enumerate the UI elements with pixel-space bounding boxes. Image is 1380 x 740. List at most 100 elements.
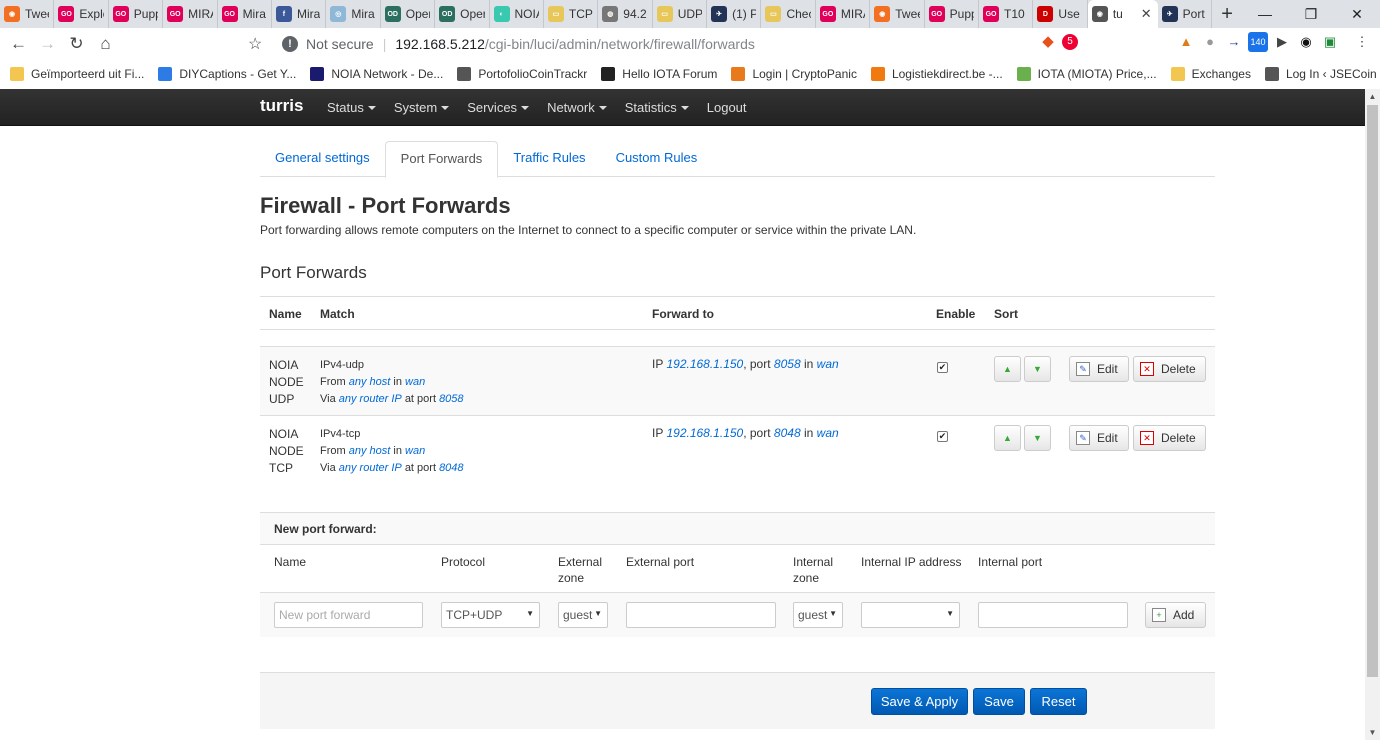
edit-button[interactable]: ✎ Edit — [1069, 425, 1129, 451]
bookmark-item[interactable]: Logistiekdirect.be -... — [870, 67, 1003, 81]
forward-part[interactable]: 192.168.1.150 — [666, 357, 743, 371]
delete-button[interactable]: ✕ Delete — [1133, 356, 1206, 382]
browser-tab[interactable]: GO MIRA — [163, 0, 218, 28]
match-source-part[interactable]: any host — [349, 445, 391, 457]
scroll-down-arrow-icon[interactable]: ▼ — [1365, 725, 1380, 740]
close-tab-icon[interactable]: ✕ — [1141, 6, 1152, 22]
reset-button[interactable]: Reset — [1030, 688, 1087, 715]
metamask-icon[interactable]: ▲ — [1176, 32, 1196, 52]
brand-logo[interactable]: turris — [260, 96, 303, 116]
browser-tab[interactable]: ◎ Mira — [326, 0, 381, 28]
browser-tab[interactable]: ▭ TCP — [544, 0, 599, 28]
bookmark-item[interactable]: Exchanges — [1170, 67, 1251, 81]
maximize-button[interactable]: ❐ — [1288, 0, 1334, 28]
move-up-button[interactable]: ▲ — [994, 425, 1021, 451]
screen-extension-icon[interactable]: ▣ — [1320, 32, 1340, 52]
browser-tab[interactable]: GO Pupp — [925, 0, 980, 28]
external-port-input[interactable] — [626, 602, 776, 628]
enable-checkbox[interactable]: ✔ — [937, 431, 948, 442]
counter-extension-icon[interactable]: 140 — [1248, 32, 1268, 52]
protocol-select[interactable]: TCP+UDP ▼ — [441, 602, 540, 628]
move-down-button[interactable]: ▼ — [1024, 356, 1051, 382]
info-icon[interactable]: ! — [282, 36, 298, 52]
bookmark-item[interactable]: Log In ‹ JSECoin —... — [1264, 67, 1380, 81]
internal-zone-select[interactable]: guest ▼ — [793, 602, 843, 628]
browser-tab[interactable]: GO Mira — [218, 0, 272, 28]
subtab-custom-rules[interactable]: Custom Rules — [601, 141, 713, 177]
brave-shield-icon[interactable]: ◆ — [1038, 32, 1058, 52]
reload-button[interactable]: ↻ — [62, 34, 91, 54]
menu-statistics[interactable]: Statistics — [625, 100, 689, 115]
browser-tab[interactable]: ✈ Port — [1158, 0, 1213, 28]
new-name-input[interactable]: New port forward — [274, 602, 423, 628]
menu-services[interactable]: Services — [467, 100, 530, 115]
circle-extension-icon[interactable]: ◉ — [1296, 32, 1316, 52]
browser-tab[interactable]: ▭ UDP — [653, 0, 708, 28]
bookmark-item[interactable]: Hello IOTA Forum — [601, 67, 717, 81]
close-window-button[interactable]: ✕ — [1334, 0, 1380, 28]
move-down-button[interactable]: ▼ — [1024, 425, 1051, 451]
bookmark-item[interactable]: Geïmporteerd uit Fi... — [10, 67, 144, 81]
forward-part[interactable]: 8058 — [774, 357, 801, 371]
browser-tab[interactable]: ◉ tu ✕ — [1087, 0, 1158, 28]
menu-status[interactable]: Status — [327, 100, 376, 115]
new-tab-button[interactable]: + — [1212, 1, 1242, 27]
scroll-up-arrow-icon[interactable]: ▲ — [1365, 89, 1380, 104]
forward-part[interactable]: wan — [817, 357, 839, 371]
browser-tab[interactable]: D Use — [1033, 0, 1088, 28]
address-bar[interactable]: ! Not secure | 192.168.5.212/cgi-bin/luc… — [270, 31, 990, 57]
browser-tab[interactable]: GO Explo — [54, 0, 109, 28]
subtab-general-settings[interactable]: General settings — [260, 141, 385, 177]
external-zone-select[interactable]: guest ▼ — [558, 602, 608, 628]
bookmark-item[interactable]: DIYCaptions - Get Y... — [158, 67, 296, 81]
enable-checkbox[interactable]: ✔ — [937, 362, 948, 373]
match-via-part[interactable]: any router IP — [339, 462, 402, 474]
browser-tab[interactable]: OD Oper — [381, 0, 436, 28]
browser-tab[interactable]: ▭ Chec — [761, 0, 816, 28]
arrow-extension-icon[interactable]: → — [1224, 32, 1244, 52]
forward-part[interactable]: wan — [817, 426, 839, 440]
match-via-part[interactable]: any router IP — [339, 393, 402, 405]
match-source-part[interactable]: any host — [349, 376, 391, 388]
internal-port-input[interactable] — [978, 602, 1128, 628]
browser-tab[interactable]: ◉ Twee — [870, 0, 925, 28]
match-via-part[interactable]: 8058 — [439, 393, 463, 405]
browser-tab[interactable]: ◉ Twee — [0, 0, 55, 28]
forward-part[interactable]: 192.168.1.150 — [666, 426, 743, 440]
play-extension-icon[interactable]: ▶ — [1272, 32, 1292, 52]
page-scrollbar[interactable]: ▲ ▼ — [1365, 89, 1380, 740]
bookmark-icon[interactable]: ☆ — [248, 34, 262, 54]
extension-grey-icon[interactable]: ● — [1200, 32, 1220, 52]
menu-icon[interactable]: ⋮ — [1352, 32, 1372, 52]
home-button[interactable]: ⌂ — [91, 34, 120, 54]
bookmark-item[interactable]: NOIA Network - De... — [310, 67, 443, 81]
match-source-part[interactable]: wan — [405, 376, 425, 388]
brave-rewards-icon[interactable]: 5 — [1062, 34, 1078, 50]
save-apply-button[interactable]: Save & Apply — [871, 688, 968, 715]
save-button[interactable]: Save — [973, 688, 1025, 715]
menu-network[interactable]: Network — [547, 100, 607, 115]
menu-logout[interactable]: Logout — [707, 100, 747, 115]
bookmark-item[interactable]: Login | CryptoPanic — [731, 67, 857, 81]
browser-tab[interactable]: GO T10 — [979, 0, 1034, 28]
subtab-port-forwards[interactable]: Port Forwards — [384, 141, 499, 178]
browser-tab[interactable]: GO Pupp — [109, 0, 164, 28]
minimize-button[interactable]: — — [1242, 0, 1288, 28]
forward-button[interactable]: → — [33, 34, 62, 54]
scroll-thumb[interactable] — [1367, 105, 1378, 677]
bookmark-item[interactable]: IOTA (MIOTA) Price,... — [1016, 67, 1157, 81]
browser-tab[interactable]: ◐ NOIA — [490, 0, 544, 28]
browser-tab[interactable]: ◍ 94.2 — [598, 0, 653, 28]
match-source-part[interactable]: wan — [405, 445, 425, 457]
browser-tab[interactable]: OD Oper — [435, 0, 490, 28]
back-button[interactable]: ← — [4, 34, 33, 54]
menu-system[interactable]: System — [394, 100, 450, 115]
browser-tab[interactable]: ✈ (1) P — [707, 0, 762, 28]
browser-tab[interactable]: GO MIRA — [816, 0, 871, 28]
bookmark-item[interactable]: PortofolioCoinTrackr — [457, 67, 587, 81]
match-via-part[interactable]: 8048 — [439, 462, 463, 474]
forward-part[interactable]: 8048 — [774, 426, 801, 440]
move-up-button[interactable]: ▲ — [994, 356, 1021, 382]
delete-button[interactable]: ✕ Delete — [1133, 425, 1206, 451]
subtab-traffic-rules[interactable]: Traffic Rules — [498, 141, 600, 177]
